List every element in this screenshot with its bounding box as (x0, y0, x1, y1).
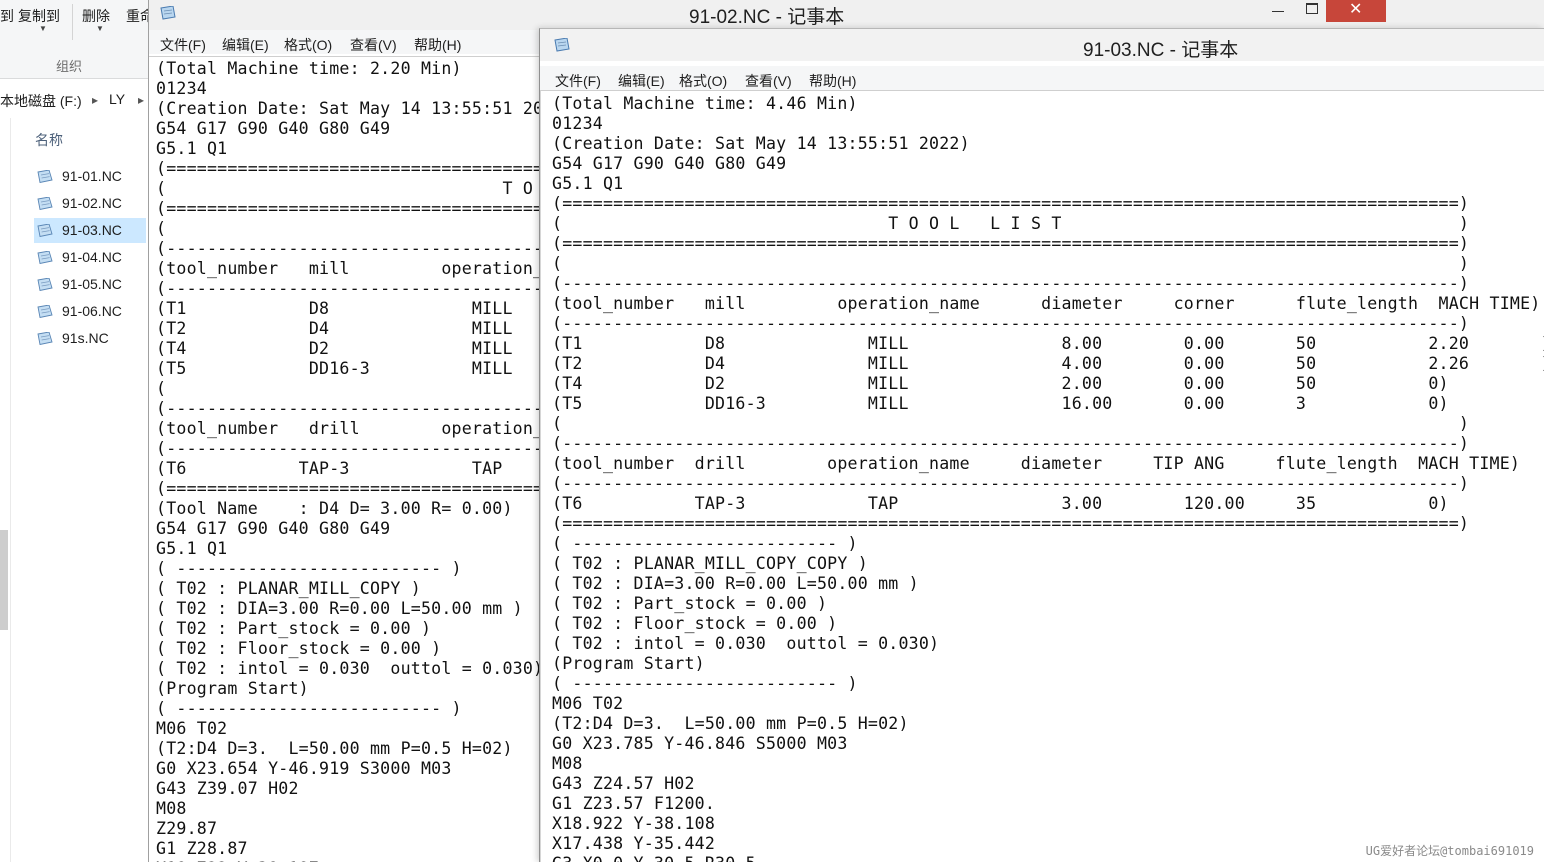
menu-edit[interactable]: 编辑(E) (222, 35, 269, 55)
menu-file[interactable]: 文件(F) (555, 71, 601, 91)
chevron-down-icon: ▼ (96, 24, 104, 33)
file-list-item[interactable]: 91s.NC (34, 326, 146, 351)
menu-view[interactable]: 查看(V) (350, 35, 397, 55)
file-list-item[interactable]: 91-03.NC (34, 218, 146, 243)
breadcrumb-chevron-icon[interactable]: ▸ (92, 93, 98, 107)
delete-button[interactable]: 删除 ▼ (82, 6, 110, 33)
chevron-down-icon: ▼ (39, 24, 47, 33)
watermark: UG爱好者论坛@tombai691019 (1365, 844, 1534, 858)
nav-pane-scrollbar[interactable] (0, 530, 8, 630)
file-list-item[interactable]: 91-06.NC (34, 299, 146, 324)
nc-file-content: (Total Machine time: 4.46 Min) 01234 (Cr… (552, 94, 1544, 862)
window-title: 91-02.NC - 记事本 (689, 7, 845, 28)
breadcrumb-folder[interactable]: LY (109, 91, 125, 107)
file-list-item[interactable]: 91-02.NC (34, 191, 146, 216)
explorer-ribbon: 到 复制到 ▼ 删除 ▼ 重命 组织 (0, 0, 148, 79)
menu-format[interactable]: 格式(O) (679, 71, 727, 91)
menu-help[interactable]: 帮助(H) (809, 71, 856, 91)
window-title: 91-03.NC - 记事本 (1083, 40, 1239, 61)
notepad-file-icon (37, 278, 53, 291)
maximize-icon (1306, 3, 1318, 14)
menu-help[interactable]: 帮助(H) (414, 35, 461, 55)
file-name: 91-01.NC (62, 168, 122, 184)
notepad-file-icon (37, 197, 53, 210)
menu-edit[interactable]: 编辑(E) (618, 71, 665, 91)
ribbon-divider (72, 4, 73, 40)
file-name: 91-05.NC (62, 276, 122, 292)
file-list-item[interactable]: 91-04.NC (34, 245, 146, 270)
copy-to-partial-label[interactable]: 到 (0, 6, 14, 26)
close-button[interactable]: ✕ (1326, 0, 1386, 22)
notepad-file-icon (37, 251, 53, 264)
breadcrumb-drive[interactable]: 本地磁盘 (F:) (0, 91, 82, 111)
menu-file[interactable]: 文件(F) (160, 35, 206, 55)
menu-format[interactable]: 格式(O) (284, 35, 332, 55)
breadcrumb-chevron-icon[interactable]: ▸ (138, 93, 144, 107)
file-name: 91-03.NC (62, 222, 122, 238)
title-bar[interactable]: 91-03.NC - 记事本 (540, 29, 1544, 61)
file-explorer-window: 到 复制到 ▼ 删除 ▼ 重命 组织 本地磁盘 (F:) ▸ LY ▸ 名称 9… (0, 0, 148, 862)
menu-view[interactable]: 查看(V) (745, 71, 792, 91)
copy-to-button[interactable]: 复制到 ▼ (18, 6, 60, 33)
file-name: 91-04.NC (62, 249, 122, 265)
file-name: 91s.NC (62, 330, 109, 346)
notepad-file-icon (37, 332, 53, 345)
text-editor-area[interactable]: (Total Machine time: 4.46 Min) 01234 (Cr… (540, 90, 1544, 862)
delete-label: 删除 (82, 8, 110, 24)
file-name: 91-06.NC (62, 303, 122, 319)
file-name: 91-02.NC (62, 195, 122, 211)
copy-to-label: 复制到 (18, 8, 60, 24)
ribbon-group-label: 组织 (56, 59, 83, 74)
notepad-window-front[interactable]: 91-03.NC - 记事本 文件(F) 编辑(E) 格式(O) 查看(V) 帮… (539, 28, 1544, 862)
file-list-item[interactable]: 91-01.NC (34, 164, 146, 189)
notepad-app-icon (160, 6, 176, 20)
rename-button[interactable]: 重命 (126, 6, 148, 26)
menu-bar: 文件(F) 编辑(E) 格式(O) 查看(V) 帮助(H) (540, 66, 1544, 90)
notepad-file-icon (37, 170, 53, 183)
minimize-icon (1272, 11, 1284, 12)
title-bar[interactable]: 91-02.NC - 记事本 ✕ (149, 0, 1544, 30)
close-icon: ✕ (1349, 1, 1363, 18)
notepad-file-icon (37, 305, 53, 318)
file-list-item[interactable]: 91-05.NC (34, 272, 146, 297)
navigation-pane-edge (10, 118, 11, 862)
notepad-app-icon (554, 38, 570, 52)
column-header-name[interactable]: 名称 (35, 130, 63, 150)
notepad-file-icon (37, 224, 53, 237)
address-bar[interactable]: 本地磁盘 (F:) ▸ LY ▸ (0, 86, 148, 112)
